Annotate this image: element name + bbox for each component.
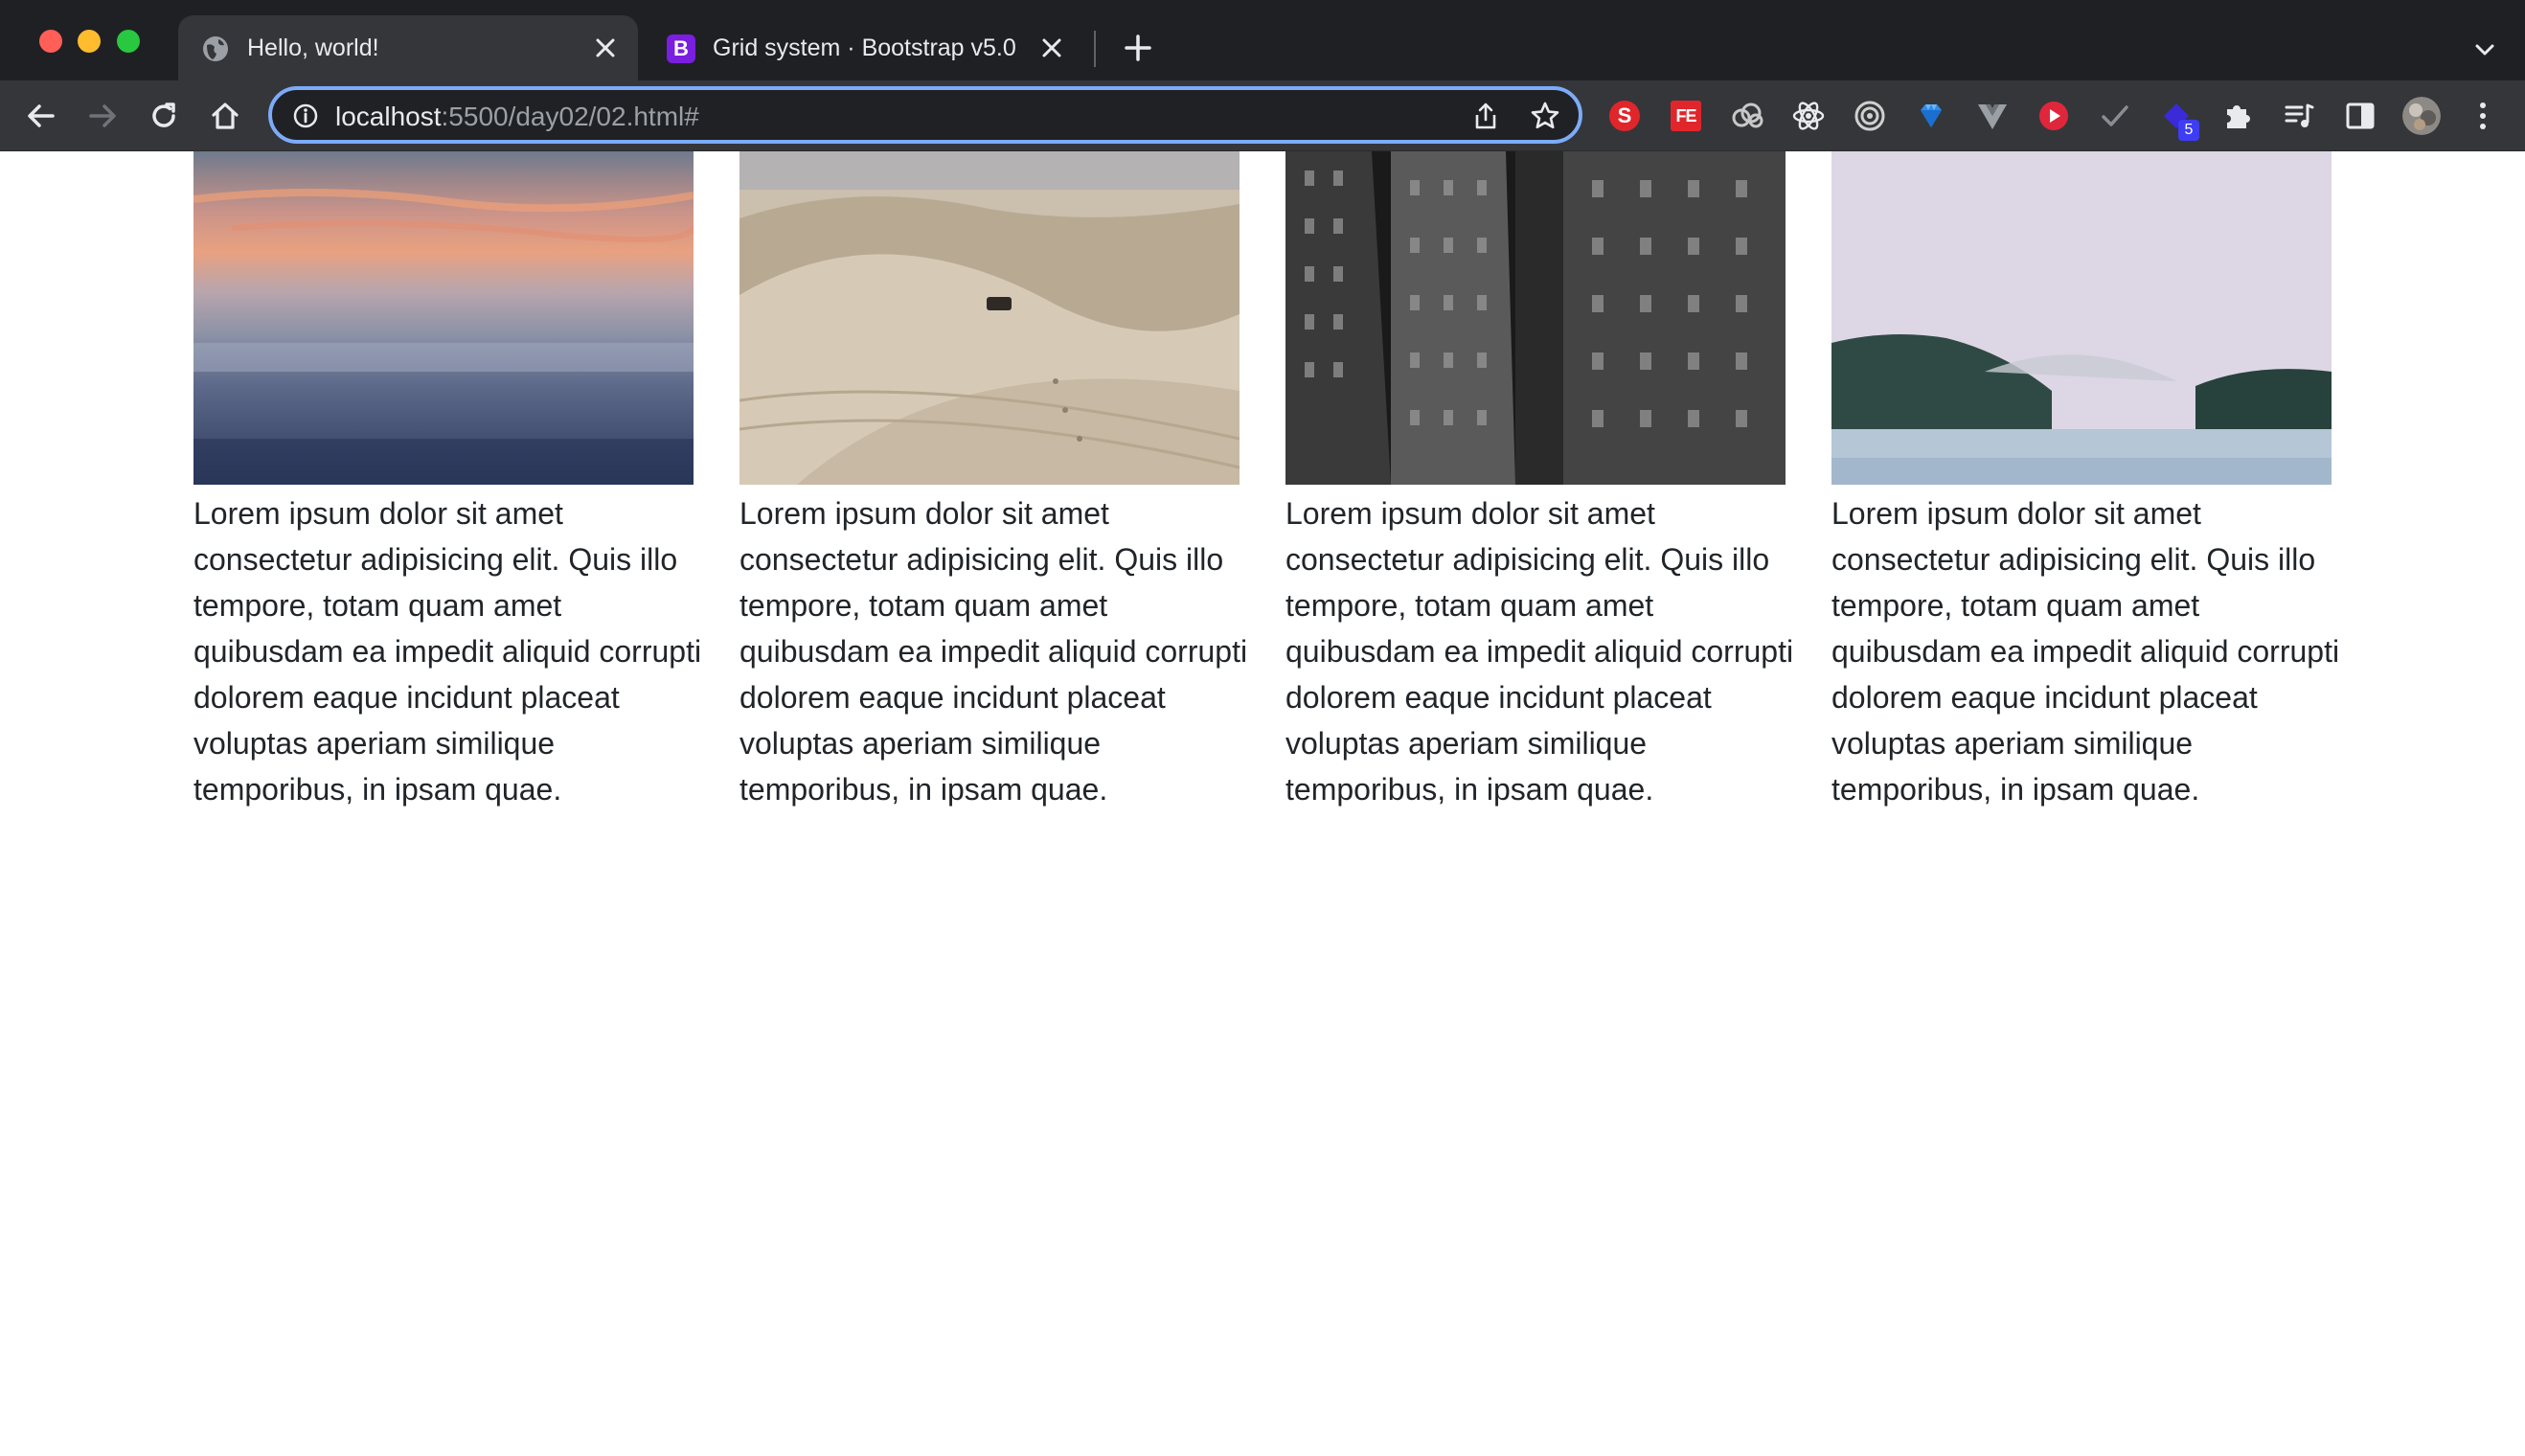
- url-host: localhost: [335, 102, 442, 131]
- puzzle-icon[interactable]: [2218, 97, 2257, 135]
- side-panel-icon[interactable]: [2341, 97, 2379, 135]
- window-minimize-button[interactable]: [78, 30, 101, 53]
- bootstrap-logo-letter: B: [667, 34, 695, 63]
- column-text: Lorem ipsum dolor sit amet consectetur a…: [1285, 496, 1794, 807]
- column-text: Lorem ipsum dolor sit amet consectetur a…: [739, 496, 1248, 807]
- s-extension-letter: S: [1617, 103, 1632, 127]
- reload-icon[interactable]: [142, 94, 186, 138]
- url-text[interactable]: localhost:5500/day02/02.html#: [335, 102, 699, 132]
- tab-title: Grid system · Bootstrap v5.0: [713, 34, 1016, 61]
- close-tab-icon[interactable]: [1036, 33, 1067, 63]
- window-close-button[interactable]: [39, 30, 62, 53]
- forward-arrow-icon[interactable]: [80, 94, 125, 138]
- react-devtools-icon[interactable]: [1789, 97, 1828, 135]
- tab-grid-system[interactable]: B Grid system · Bootstrap v5.0: [644, 15, 1084, 80]
- s-extension-icon[interactable]: S: [1605, 97, 1644, 135]
- vue-devtools-icon[interactable]: [1973, 97, 2012, 135]
- play-extension-icon[interactable]: [2035, 97, 2073, 135]
- tab-title: Hello, world!: [247, 34, 379, 61]
- fe-extension-letters: FE: [1675, 105, 1696, 125]
- window-maximize-button[interactable]: [117, 30, 140, 53]
- extension-badge: 5: [2178, 120, 2199, 141]
- sunset-sea-photo: [193, 151, 694, 485]
- tab-hello-world[interactable]: Hello, world!: [178, 15, 638, 80]
- tab-separator: [1094, 31, 1096, 67]
- fe-extension-icon[interactable]: FE: [1667, 97, 1705, 135]
- bootstrap-icon: B: [667, 34, 695, 63]
- new-tab-icon[interactable]: [1119, 29, 1157, 67]
- tab-strip: Hello, world! B Grid system · Bootstrap …: [0, 0, 2525, 80]
- address-bar[interactable]: localhost:5500/day02/02.html#: [268, 86, 1582, 144]
- grid-column: Lorem ipsum dolor sit amet consectetur a…: [739, 151, 1247, 812]
- url-path: :5500/day02/02.html#: [441, 102, 699, 131]
- target-extension-icon[interactable]: [1851, 97, 1889, 135]
- info-icon[interactable]: [291, 102, 320, 130]
- column-text: Lorem ipsum dolor sit amet consectetur a…: [1831, 496, 2340, 807]
- back-arrow-icon[interactable]: [19, 94, 63, 138]
- grid-column: Lorem ipsum dolor sit amet consectetur a…: [1831, 151, 2339, 812]
- reading-list-icon[interactable]: [2280, 97, 2318, 135]
- kebab-menu-icon[interactable]: [2464, 97, 2502, 135]
- desert-dunes-photo: [739, 151, 1240, 485]
- page-content: Lorem ipsum dolor sit amet consectetur a…: [0, 151, 2525, 1456]
- column-text: Lorem ipsum dolor sit amet consectetur a…: [193, 496, 702, 807]
- bookmark-star-icon[interactable]: [1529, 100, 1561, 132]
- share-icon[interactable]: [1469, 100, 1502, 132]
- browser-toolbar: localhost:5500/day02/02.html# S FE 5: [0, 80, 2525, 151]
- clouds-extension-icon[interactable]: [1728, 97, 1766, 135]
- gem-extension-icon[interactable]: [1912, 97, 1950, 135]
- close-tab-icon[interactable]: [590, 33, 621, 63]
- grid-column: Lorem ipsum dolor sit amet consectetur a…: [1285, 151, 1793, 812]
- home-icon[interactable]: [203, 94, 247, 138]
- misty-forest-lake-photo: [1831, 151, 2332, 485]
- check-extension-icon[interactable]: [2096, 97, 2134, 135]
- chevron-down-icon[interactable]: [2466, 31, 2504, 69]
- building-photo: [1285, 151, 1786, 485]
- profile-avatar[interactable]: [2402, 97, 2441, 135]
- globe-icon: [201, 34, 230, 63]
- diamond-extension-icon[interactable]: 5: [2157, 97, 2199, 141]
- grid-column: Lorem ipsum dolor sit amet consectetur a…: [193, 151, 701, 812]
